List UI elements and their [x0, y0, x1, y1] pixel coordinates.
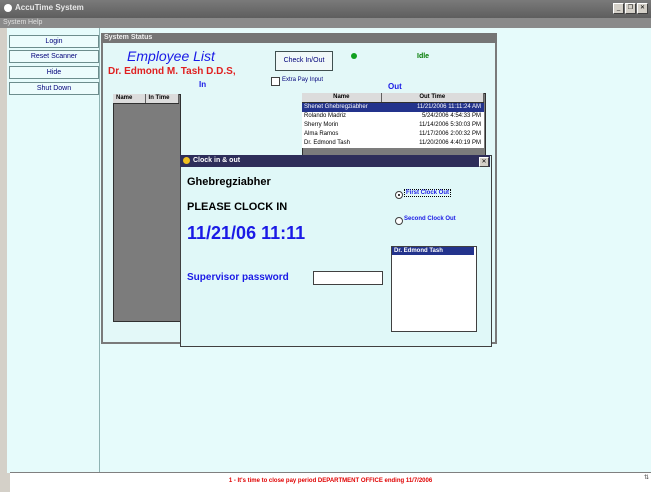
app-title-bar [0, 0, 651, 18]
supervisor-list[interactable] [391, 246, 477, 332]
clock-datetime: 11/21/06 11:11 [187, 223, 306, 243]
table-row[interactable]: Alma Ramos 11/17/2006 2:00:32 PM [302, 130, 484, 139]
row-name: Alma Ramos [304, 131, 339, 137]
hide-button[interactable]: Hide [9, 66, 99, 79]
table-row[interactable]: Shenet Ghebregziabher 11/21/2006 11:11:2… [302, 103, 484, 112]
row-time: 11/20/2006 4:40:19 PM [419, 140, 481, 146]
out-label: Out [388, 82, 402, 91]
pay-period-message: 1 - It's time to close pay period DEPART… [228, 478, 433, 484]
menu-bar: System Help [0, 18, 651, 28]
row-name: Dr. Edmond Tash [304, 140, 350, 146]
in-label: In [199, 80, 207, 89]
menu-system[interactable]: System [3, 18, 26, 28]
login-button[interactable]: Login [9, 35, 99, 48]
in-col-name[interactable]: Name [113, 94, 146, 103]
second-clock-out-radio[interactable] [395, 217, 403, 225]
first-clock-out-radio[interactable] [395, 191, 403, 199]
in-col-time[interactable]: In Time [146, 94, 179, 103]
app-title: AccuTime System [15, 3, 84, 12]
row-name: Sherry Morin [304, 122, 339, 128]
status-indicator-icon [351, 53, 357, 59]
row-time: 5/24/2006 4:54:33 PM [421, 113, 481, 119]
out-col-name[interactable]: Name [302, 93, 382, 102]
clock-prompt: PLEASE CLOCK IN [187, 201, 288, 213]
employee-name: Ghebregziabher [187, 176, 271, 188]
supervisor-password-label: Supervisor password [187, 272, 289, 283]
close-icon[interactable]: ✕ [637, 3, 648, 14]
minimize-icon[interactable]: _ [613, 3, 624, 14]
second-clock-out-label[interactable]: Second Clock Out [404, 216, 456, 222]
check-in-out-button[interactable]: Check In/Out [275, 51, 333, 71]
table-row[interactable]: Rolando Madriz 5/24/2006 4:54:33 PM [302, 112, 484, 121]
extra-pay-label: Extra Pay Input [282, 77, 324, 83]
dialog-close-icon[interactable]: ✕ [479, 157, 489, 167]
clock-icon [183, 157, 190, 164]
status-text: Idle [417, 53, 430, 60]
doctor-name: Dr. Edmond M. Tash D.D.S, [108, 66, 236, 77]
app-icon [4, 4, 12, 12]
table-row[interactable]: Dr. Edmond Tash 11/20/2006 4:40:19 PM [302, 139, 484, 148]
row-time: 11/14/2006 5:30:03 PM [419, 122, 481, 128]
in-table[interactable] [113, 94, 181, 322]
clock-dialog-title: Clock in & out [193, 157, 241, 164]
out-col-time[interactable]: Out Time [382, 93, 484, 102]
shut-down-button[interactable]: Shut Down [9, 82, 99, 95]
first-clock-out-label[interactable]: First Clock Out [404, 189, 452, 197]
window-controls: _ ❐ ✕ [613, 3, 648, 14]
employee-list-title: Employee List [127, 48, 215, 64]
menu-help[interactable]: Help [28, 18, 42, 28]
scroll-arrows-icon[interactable]: ⇅ [644, 474, 649, 481]
row-name: Shenet Ghebregziabher [304, 104, 368, 110]
supervisor-password-field[interactable] [313, 271, 383, 285]
table-row[interactable]: Sherry Morin 11/14/2006 5:30:03 PM [302, 121, 484, 130]
extra-pay-checkbox[interactable] [271, 77, 280, 86]
row-time: 11/21/2006 11:11:24 AM [416, 104, 481, 110]
system-status-header: System Status [101, 33, 497, 43]
row-time: 11/17/2006 2:00:32 PM [419, 131, 481, 137]
supervisor-list-item[interactable]: Dr. Edmond Tash [392, 247, 474, 255]
reset-scanner-button[interactable]: Reset Scanner [9, 50, 99, 63]
row-name: Rolando Madriz [304, 113, 347, 119]
out-table-header: Name Out Time [302, 93, 484, 103]
in-table-header: Name In Time [113, 94, 179, 104]
nav-divider [99, 28, 100, 473]
restore-icon[interactable]: ❐ [625, 3, 636, 14]
